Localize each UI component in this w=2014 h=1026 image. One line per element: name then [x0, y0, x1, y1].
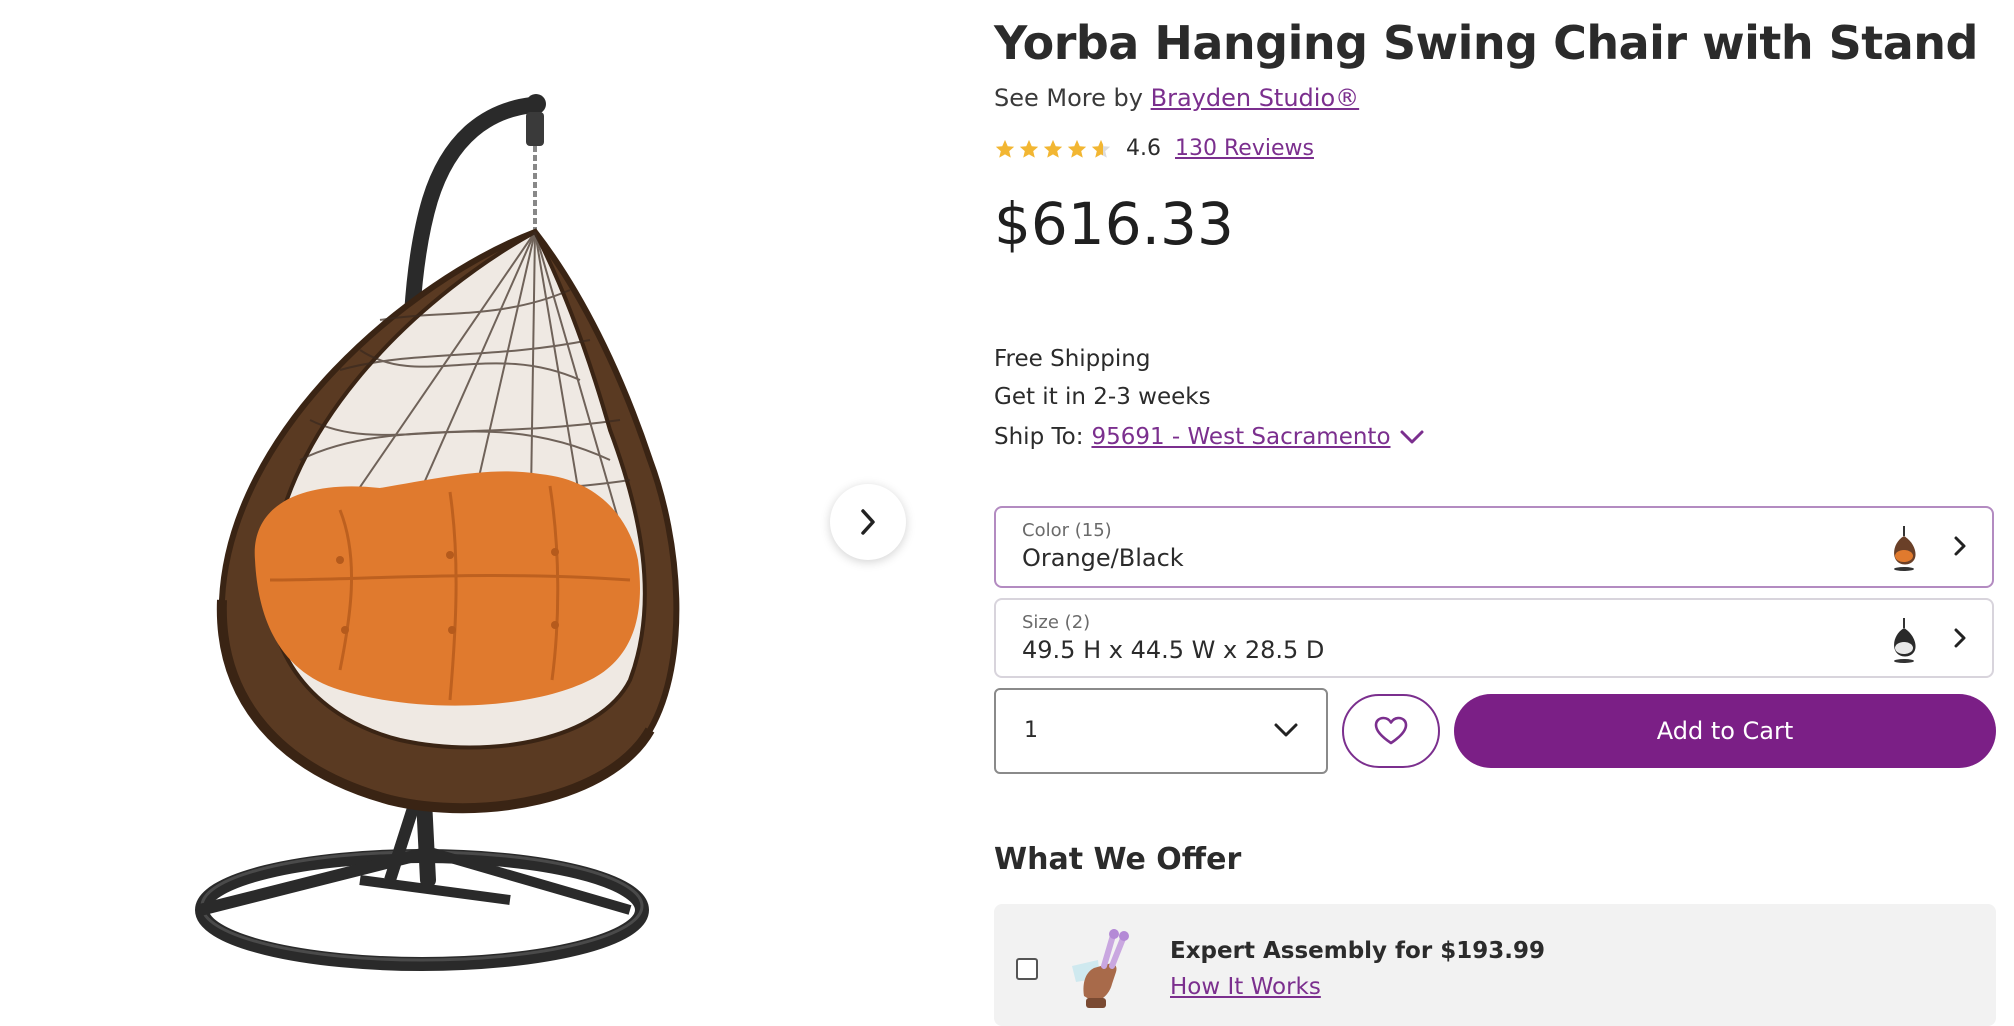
delivery-eta: Get it in 2-3 weeks — [994, 384, 1211, 410]
size-swatch-thumbnail — [1894, 618, 1916, 663]
color-option-selector[interactable]: Color (15) Orange/Black — [994, 506, 1994, 588]
add-to-cart-button[interactable]: Add to Cart — [1454, 694, 1996, 768]
assembly-hand-tool-icon — [1072, 929, 1129, 1008]
add-to-favorites-button[interactable] — [1342, 694, 1440, 768]
product-image-gallery — [0, 0, 960, 1026]
brand-link[interactable]: Brayden Studio® — [1151, 84, 1360, 112]
color-swatch-thumbnail — [1894, 526, 1916, 571]
star-icon — [1043, 139, 1063, 158]
star-half-icon — [1091, 139, 1111, 158]
ship-to: Ship To: 95691 - West Sacramento — [994, 424, 1425, 450]
reviews-link[interactable]: 130 Reviews — [1175, 136, 1314, 161]
rating-row: 4.6 130 Reviews — [994, 136, 1314, 161]
rating-value: 4.6 — [1126, 136, 1161, 161]
color-option-value: Orange/Black — [1022, 544, 1184, 572]
size-option-selector[interactable]: Size (2) 49.5 H x 44.5 W x 28.5 D — [994, 598, 1994, 678]
see-more-label: See More by — [994, 84, 1143, 112]
what-we-offer-heading: What We Offer — [994, 842, 1242, 877]
assembly-offer-title: Expert Assembly for $193.99 — [1170, 938, 1545, 964]
ship-to-label: Ship To: — [994, 424, 1084, 450]
see-more-by: See More by Brayden Studio® — [994, 84, 1359, 112]
star-icon — [1019, 139, 1039, 158]
star-rating — [994, 138, 1112, 160]
heart-icon — [1374, 716, 1408, 745]
quantity-value: 1 — [1024, 718, 1038, 743]
color-option-label: Color (15) — [1022, 520, 1112, 541]
next-image-button[interactable] — [830, 484, 906, 560]
chevron-right-icon — [861, 509, 875, 535]
chevron-down-icon — [1274, 723, 1298, 737]
assembly-checkbox[interactable] — [1016, 958, 1038, 980]
product-price: $616.33 — [994, 190, 1234, 258]
assembly-offer-card: Expert Assembly for $193.99 How It Works — [994, 904, 1996, 1026]
size-option-value: 49.5 H x 44.5 W x 28.5 D — [1022, 636, 1325, 664]
star-icon — [1067, 139, 1087, 158]
product-image[interactable] — [160, 40, 720, 1000]
free-shipping: Free Shipping — [994, 346, 1151, 372]
product-title: Yorba Hanging Swing Chair with Stand — [994, 16, 1978, 70]
size-option-label: Size (2) — [1022, 612, 1091, 633]
how-it-works-link[interactable]: How It Works — [1170, 974, 1321, 1000]
chevron-right-icon — [1954, 536, 1966, 556]
chevron-right-icon — [1954, 628, 1966, 648]
chevron-down-icon[interactable] — [1399, 428, 1425, 446]
quantity-select[interactable]: 1 — [994, 688, 1328, 774]
ship-to-location-link[interactable]: 95691 - West Sacramento — [1091, 424, 1390, 450]
star-icon — [995, 139, 1015, 158]
